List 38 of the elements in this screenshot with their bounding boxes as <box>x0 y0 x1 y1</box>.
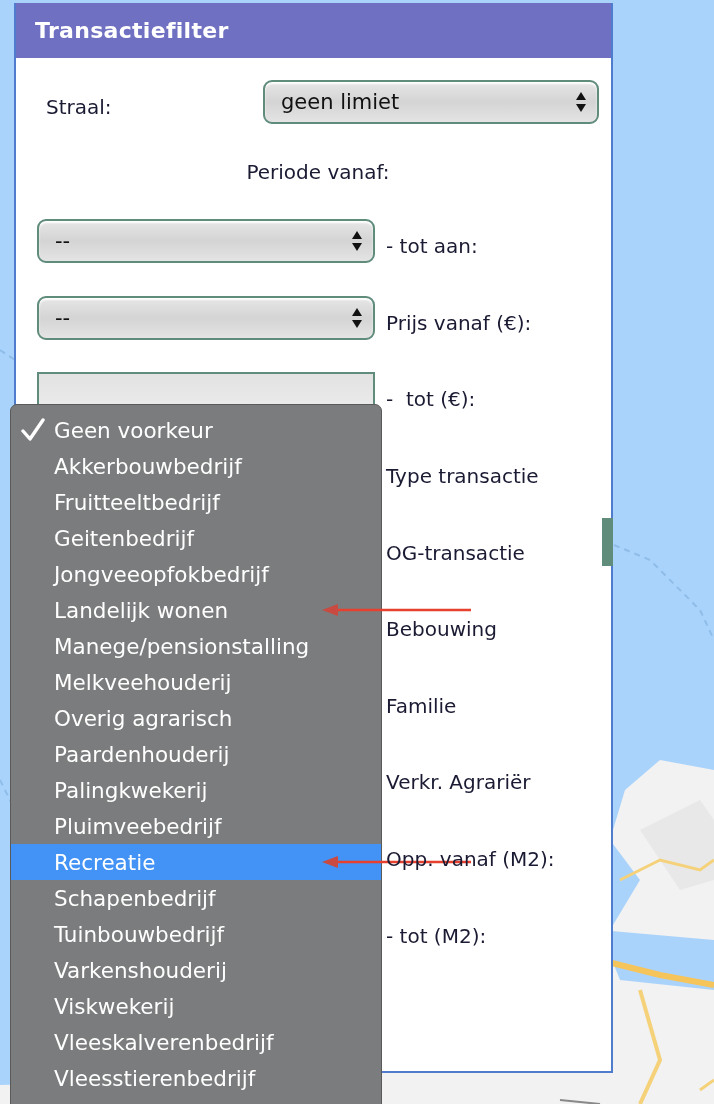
menu-item[interactable]: Palingkwekerij <box>11 772 381 808</box>
field-label: - tot aan: <box>386 233 479 259</box>
field-label: OG-transactie <box>386 539 526 565</box>
select-arrows-icon <box>351 306 363 329</box>
menu-item[interactable]: Recreatie <box>11 844 381 880</box>
dropdown-select[interactable]: -- <box>37 295 375 340</box>
dropdown-select[interactable]: geen limiet <box>263 80 599 124</box>
dropdown-select[interactable]: -- <box>37 219 375 264</box>
field-label: Bebouwing <box>386 616 498 642</box>
panel-handle[interactable] <box>602 518 613 566</box>
menu-item[interactable]: Pluimveebedrijf <box>11 808 381 844</box>
menu-item[interactable]: Jongveeopfokbedrijf <box>11 556 381 592</box>
section-heading: Periode vanaf: <box>246 160 390 184</box>
field-label: - tot (€): <box>386 386 477 412</box>
menu-item[interactable]: Melkveehouderij <box>11 664 381 700</box>
menu-item[interactable]: Fruitteeltbedrijf <box>11 484 381 520</box>
field-label: Verkr. Agrariër <box>386 769 532 795</box>
menu-item[interactable]: Manege/pensionstalling <box>11 628 381 664</box>
menu-item[interactable]: Akkerbouwbedrijf <box>11 448 381 484</box>
field-label: Type transactie <box>386 463 540 489</box>
menu-item[interactable]: Tuinbouwbedrijf <box>11 916 381 952</box>
field-label: Prijs vanaf (€): <box>386 309 533 335</box>
menu-item[interactable]: Varkenshouderij <box>11 952 381 988</box>
menu-item[interactable]: Viskwekerij <box>11 988 381 1024</box>
field-label: - tot (M2): <box>386 922 488 948</box>
menu-item[interactable]: Geen voorkeur <box>11 412 381 448</box>
field-label: Straal: <box>45 94 113 119</box>
select-arrows-icon <box>351 230 363 253</box>
menu-item[interactable]: Vleesstierenbedrijf <box>11 1060 381 1096</box>
menu-item[interactable]: Overig agrarisch <box>11 700 381 736</box>
menu-item[interactable]: Landelijk wonen <box>11 592 381 628</box>
menu-item[interactable]: Geitenbedrijf <box>11 520 381 556</box>
select-arrows-icon <box>575 91 587 113</box>
panel-title: Transactiefilter <box>35 18 229 43</box>
field-label: Familie <box>386 692 458 718</box>
menu-item[interactable]: Paardenhouderij <box>11 736 381 772</box>
menu-item[interactable]: Vleeskalverenbedrijf <box>11 1024 381 1060</box>
menu-item[interactable]: Schapenbedrijf <box>11 880 381 916</box>
